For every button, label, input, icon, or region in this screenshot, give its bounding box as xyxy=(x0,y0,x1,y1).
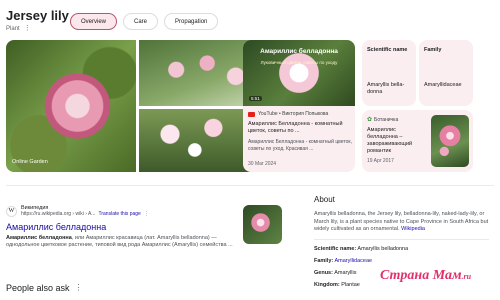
entity-title: Jersey lily xyxy=(6,8,69,23)
watermark-tld: .ru xyxy=(461,272,472,281)
result-site-info: Википедия https://ru.wikipedia.org › wik… xyxy=(21,205,149,217)
fact-value-link[interactable]: Amaryllidaceae xyxy=(335,258,373,264)
snippet-highlight: Амариллис белладонна xyxy=(6,235,72,241)
family-value: Amaryllidaceae xyxy=(424,82,462,88)
wikipedia-icon: W xyxy=(6,205,17,217)
scientific-name-value: Amaryllis bella­donna xyxy=(367,82,405,96)
fact-value: Amaryllis xyxy=(334,270,357,277)
fact-value: Amaryllis belladonna xyxy=(357,246,409,253)
result-url-row: https://ru.wikipedia.org › wiki › A... T… xyxy=(21,211,149,217)
main-plant-image[interactable]: Online Garden xyxy=(6,40,136,172)
tab-propagation[interactable]: Propagation xyxy=(164,13,219,30)
people-also-ask-heading: People also ask ⋮ xyxy=(6,283,83,293)
fact-row-scientific-name: Scientific name: Amaryllis belladonna xyxy=(314,246,494,252)
about-wikipedia-link[interactable]: Wikipedia xyxy=(401,226,425,232)
entity-tabs: Overview Care Propagation xyxy=(70,13,219,30)
about-description: Amaryllis belladonna, the Jersey lily, b… xyxy=(314,211,494,234)
video-channel: YouTube • Виктория Попыкова xyxy=(258,111,329,117)
site-watermark: Страна Мам.ru xyxy=(380,268,471,284)
youtube-icon xyxy=(248,111,255,117)
image-source-label: Online Garden xyxy=(12,159,48,165)
video-thumbnail[interactable]: Амариллис белладонна Лукoвичный цветок, … xyxy=(243,40,355,106)
video-title[interactable]: Амариллис Белладонна - комнатный цветок,… xyxy=(248,121,352,135)
video-date: 30 Mar 2024 xyxy=(248,161,277,167)
result-thumbnail[interactable] xyxy=(243,205,282,244)
fact-label: Scientific name: xyxy=(314,246,357,253)
scientific-name-card[interactable]: Scientific name Amaryllis bella­donna xyxy=(362,40,416,106)
video-overlay-title: Амариллис белладонна xyxy=(260,48,338,55)
scientific-name-label: Scientific name xyxy=(367,47,408,53)
video-description: Амариллис Белладонна - комнатный цветок,… xyxy=(248,139,352,152)
family-label: Family xyxy=(424,47,442,53)
fact-value: Plantae xyxy=(341,282,360,289)
about-divider xyxy=(314,239,489,241)
article-source: ✿ Ботаничка xyxy=(367,116,399,124)
section-divider xyxy=(6,185,494,186)
image-gallery: Online Garden xyxy=(6,40,263,172)
botanichka-icon: ✿ xyxy=(367,117,373,123)
entity-type: Plant xyxy=(6,25,20,32)
more-vert-icon[interactable]: ⋮ xyxy=(144,211,149,217)
video-duration: 5:51 xyxy=(249,96,262,101)
result-header: W Википедия https://ru.wikipedia.org › w… xyxy=(6,205,236,217)
fact-label: Family: xyxy=(314,258,334,265)
about-heading: About xyxy=(314,195,335,204)
people-also-ask-label: People also ask xyxy=(6,283,70,293)
search-result: W Википедия https://ru.wikipedia.org › w… xyxy=(6,205,236,250)
more-vert-icon[interactable]: ⋮ xyxy=(75,284,83,292)
tab-care[interactable]: Care xyxy=(123,13,159,30)
tab-overview[interactable]: Overview xyxy=(70,13,118,30)
entity-subtitle-row: Plant ⋮ xyxy=(6,25,31,32)
result-title-link[interactable]: Амариллис белладонна xyxy=(6,222,236,232)
video-overlay-subtitle: Лукoвичный цветок, советы по уходу xyxy=(260,60,338,65)
watermark-text: Страна Мам xyxy=(380,268,462,283)
family-card[interactable]: Family Amaryllidaceae xyxy=(419,40,473,106)
result-snippet: Амариллис белладонна, или Амариллис крас… xyxy=(6,235,234,250)
translate-link[interactable]: Translate this page xyxy=(98,211,140,217)
article-date: 19 Apr 2017 xyxy=(367,158,394,164)
fact-row-family: Family: Amaryllidaceae xyxy=(314,258,494,264)
article-title[interactable]: Амариллис белладонна – завораживающий ро… xyxy=(367,127,427,156)
article-thumbnail[interactable] xyxy=(431,115,469,167)
article-card[interactable]: ✿ Ботаничка Амариллис белладонна – завор… xyxy=(362,110,473,172)
video-card[interactable]: Амариллис белладонна Лукoвичный цветок, … xyxy=(243,40,355,172)
fact-label: Kingdom: xyxy=(314,282,340,289)
more-vert-icon[interactable]: ⋮ xyxy=(24,25,31,32)
fact-label: Genus: xyxy=(314,270,333,277)
article-source-name: Ботаничка xyxy=(374,116,399,123)
result-url: https://ru.wikipedia.org › wiki › A... xyxy=(21,211,96,217)
knowledge-panel-header: Jersey lily Plant ⋮ Overview Care Propag… xyxy=(6,8,494,38)
video-source: YouTube • Виктория Попыкова xyxy=(248,111,328,117)
